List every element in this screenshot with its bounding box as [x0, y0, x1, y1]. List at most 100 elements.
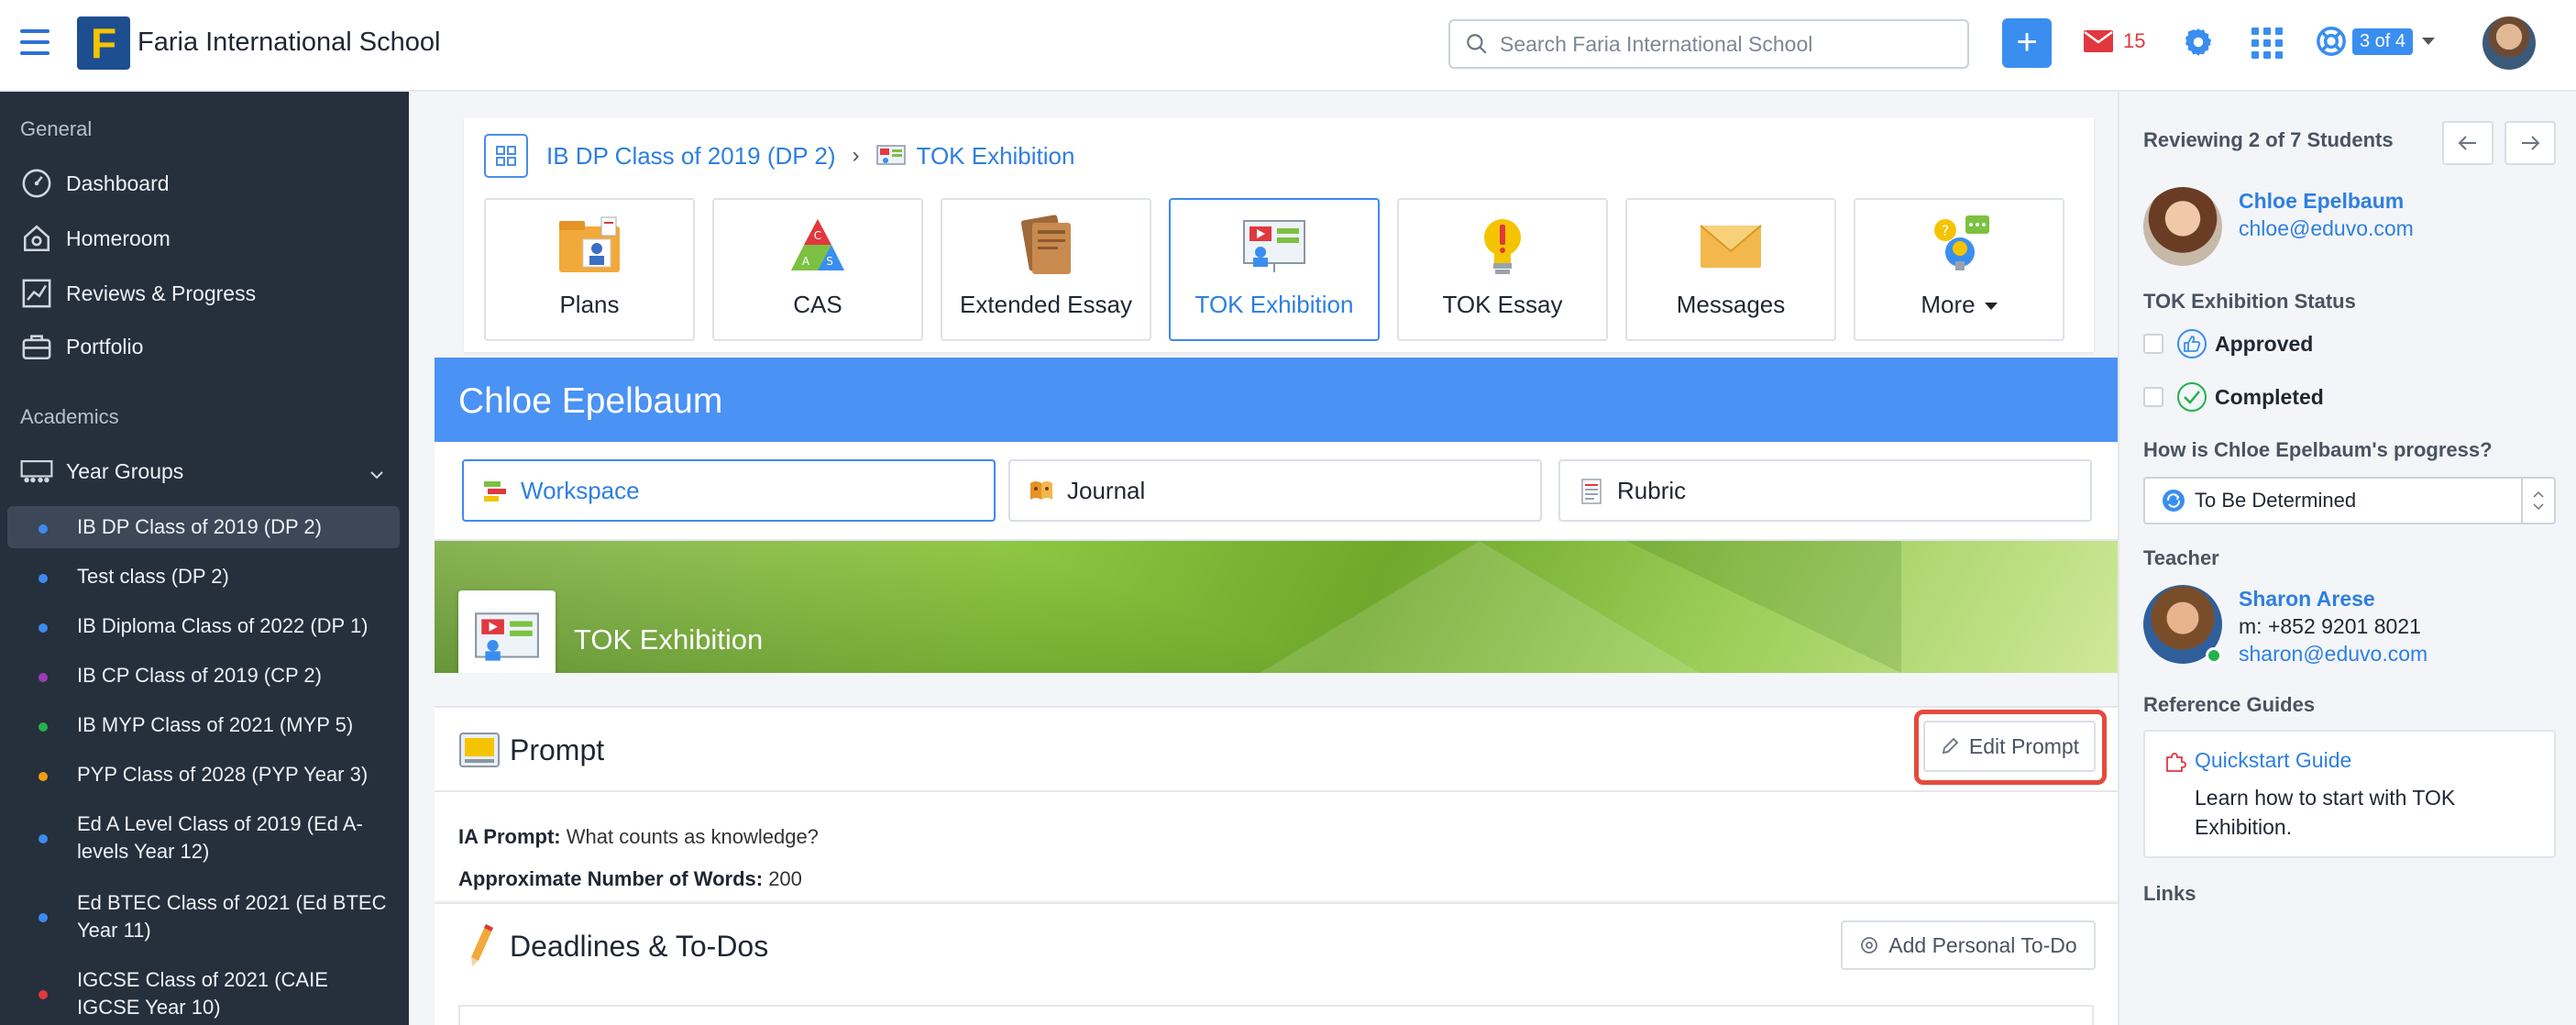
class-color-dot	[39, 673, 48, 682]
tab-workspace[interactable]: Workspace	[462, 459, 996, 522]
search-input[interactable]	[1500, 31, 1958, 57]
prompt-body: IA Prompt: What counts as knowledge? App…	[458, 816, 819, 900]
chart-icon	[20, 277, 53, 310]
completed-checkbox[interactable]	[2143, 387, 2163, 407]
sidebar-class-7[interactable]: Ed BTEC Class of 2021 (Ed BTEC Year 11)	[7, 882, 400, 952]
class-color-dot	[39, 834, 48, 843]
tab-journal[interactable]: Journal	[1008, 459, 1542, 522]
sidebar-item-year-groups[interactable]: Year Groups	[20, 449, 396, 493]
class-color-dot	[39, 722, 48, 732]
ia-prompt-label: IA Prompt:	[458, 825, 561, 848]
school-logo[interactable]: F	[77, 17, 130, 70]
tile-more[interactable]: ? More	[1854, 198, 2064, 341]
completed-row[interactable]: Completed	[2143, 381, 2324, 413]
svg-text:A: A	[802, 255, 810, 268]
sidebar-class-0[interactable]: IB DP Class of 2019 (DP 2)	[7, 506, 400, 548]
quickstart-guide-card[interactable]: Quickstart Guide Learn how to start with…	[2143, 730, 2556, 858]
tile-label: TOK Exhibition	[1194, 291, 1354, 318]
settings-button[interactable]	[2182, 26, 2215, 65]
progress-select[interactable]: To Be Determined	[2143, 477, 2556, 524]
tile-cas[interactable]: CAS CAS	[712, 198, 923, 341]
search-box[interactable]	[1448, 19, 1969, 69]
sidebar-class-6[interactable]: Ed A Level Class of 2019 (Ed A-levels Ye…	[7, 803, 400, 873]
chevron-down-icon	[2422, 38, 2436, 45]
apps-grid-icon[interactable]	[2251, 28, 2283, 59]
tile-tok-essay[interactable]: TOK Essay	[1397, 198, 1608, 341]
next-student-button[interactable]	[2504, 121, 2556, 165]
sidebar-class-4[interactable]: IB MYP Class of 2021 (MYP 5)	[7, 704, 400, 746]
user-avatar[interactable]	[2482, 17, 2536, 70]
deadlines-title: Deadlines & To-Dos	[510, 930, 769, 963]
breadcrumb-class-link[interactable]: IB DP Class of 2019 (DP 2)	[546, 142, 836, 171]
class-color-dot	[39, 772, 48, 781]
sidebar-item-label: Year Groups	[66, 458, 184, 483]
prev-student-button[interactable]	[2442, 121, 2493, 165]
tok-exhibition-icon	[458, 590, 556, 673]
sidebar-class-2[interactable]: IB Diploma Class of 2022 (DP 1)	[7, 605, 400, 647]
teacher-email-link[interactable]: sharon@eduvo.com	[2239, 642, 2427, 667]
quickstart-guide-desc: Learn how to start with TOK Exhibition.	[2195, 786, 2456, 839]
envelope-icon	[1697, 214, 1765, 278]
student-email-link[interactable]: chloe@eduvo.com	[2239, 216, 2414, 241]
deadlines-list	[458, 1005, 2094, 1025]
tile-tok-exhibition[interactable]: TOK Exhibition	[1169, 198, 1380, 341]
links-label: Links	[2143, 882, 2196, 905]
help-menu[interactable]: 3 of 4	[2316, 26, 2436, 57]
sidebar-item-portfolio[interactable]: Portfolio	[20, 325, 396, 369]
sidebar-item-reviews[interactable]: Reviews & Progress	[20, 271, 396, 315]
messages-button[interactable]: 15	[2083, 29, 2145, 53]
grid-icon[interactable]	[484, 134, 528, 178]
search-icon	[1467, 34, 1487, 54]
breadcrumb-separator-icon: ›	[852, 143, 860, 168]
breadcrumb-current[interactable]: TOK Exhibition	[917, 142, 1075, 171]
sidebar-class-8[interactable]: IGCSE Class of 2021 (CAIE IGCSE Year 10)	[7, 959, 400, 1025]
mail-count: 15	[2123, 29, 2146, 52]
tok-exhibition-icon	[1240, 214, 1308, 278]
edit-prompt-button[interactable]: Edit Prompt	[1923, 721, 2096, 772]
arrow-right-icon	[2522, 136, 2540, 150]
tile-plans[interactable]: Plans	[484, 198, 695, 341]
add-button[interactable]: +	[2002, 18, 2052, 68]
hamburger-menu-icon[interactable]	[20, 29, 50, 55]
tile-label: Messages	[1676, 291, 1786, 318]
module-tiles: Plans CAS CAS Extended Essay TOK Exhibit…	[484, 198, 2064, 341]
approved-checkbox[interactable]	[2143, 334, 2163, 354]
cas-icon: CA S	[784, 214, 852, 278]
help-badge: 3 of 4	[2352, 28, 2414, 55]
teacher-name-link[interactable]: Sharon Arese	[2239, 587, 2375, 612]
tile-label: More	[1921, 291, 1976, 318]
approved-label: Approved	[2215, 331, 2314, 356]
student-name-link[interactable]: Chloe Epelbaum	[2239, 189, 2404, 214]
sidebar-item-homeroom[interactable]: Homeroom	[20, 216, 396, 260]
tile-messages[interactable]: Messages	[1625, 198, 1836, 341]
sidebar-class-label: Ed A Level Class of 2019 (Ed A-levels Ye…	[77, 812, 363, 863]
deadlines-section: Deadlines & To-Dos Add Personal To-Do	[435, 902, 2118, 1025]
year-groups-icon	[20, 455, 53, 488]
tab-label: Journal	[1067, 476, 1146, 504]
module-banner: TOK Exhibition	[435, 541, 2118, 673]
sidebar-item-dashboard[interactable]: Dashboard	[20, 161, 396, 205]
tab-rubric[interactable]: Rubric	[1558, 459, 2092, 522]
school-name[interactable]: Faria International School	[138, 28, 440, 58]
puzzle-icon	[2166, 753, 2186, 772]
sidebar-class-3[interactable]: IB CP Class of 2019 (CP 2)	[7, 655, 400, 697]
sidebar-class-1[interactable]: Test class (DP 2)	[7, 556, 400, 598]
arrow-left-icon	[2458, 136, 2476, 150]
add-personal-todo-button[interactable]: Add Personal To-Do	[1841, 920, 2096, 970]
sidebar-class-label: Test class (DP 2)	[77, 565, 229, 588]
envelope-icon	[2084, 30, 2113, 52]
sidebar-class-label: Ed BTEC Class of 2021 (Ed BTEC Year 11)	[77, 891, 387, 942]
review-panel: Reviewing 2 of 7 Students Chloe Epelbaum…	[2118, 92, 2576, 1025]
briefcase-icon	[20, 330, 53, 363]
tile-extended-essay[interactable]: Extended Essay	[941, 198, 1151, 341]
approved-row[interactable]: Approved	[2143, 328, 2313, 359]
more-icon: ?	[1925, 214, 1993, 278]
extended-essay-icon	[1012, 214, 1080, 278]
tab-label: Rubric	[1617, 476, 1687, 504]
quickstart-guide-link[interactable]: Quickstart Guide	[2195, 748, 2351, 773]
pencil-icon	[471, 924, 493, 966]
select-spinner-icon	[2521, 479, 2554, 523]
homeroom-icon	[20, 222, 53, 255]
sidebar-class-5[interactable]: PYP Class of 2028 (PYP Year 3)	[7, 754, 400, 796]
tile-label: TOK Essay	[1442, 291, 1563, 318]
